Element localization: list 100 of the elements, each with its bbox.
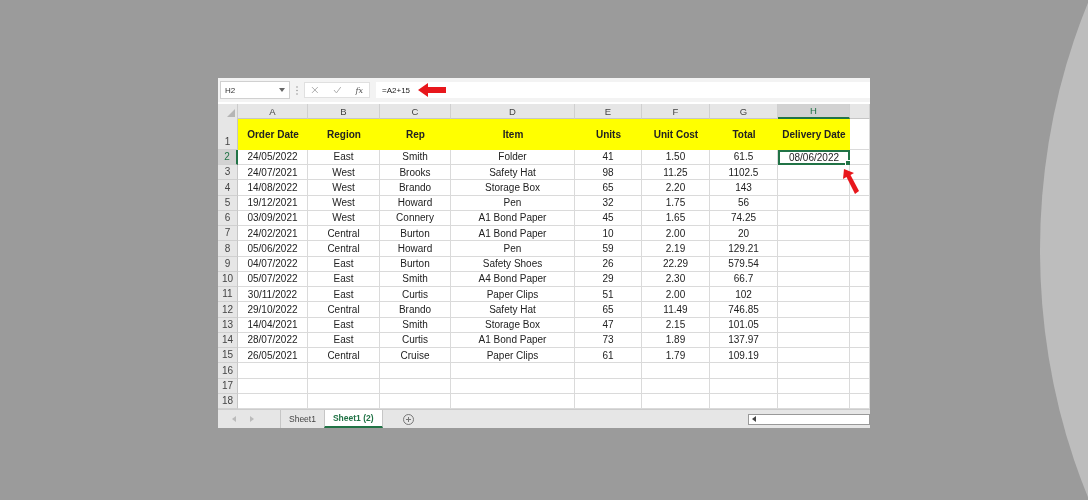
table-cell: 2.20 xyxy=(642,180,710,196)
table-cell: 32 xyxy=(575,195,642,211)
table-cell: 137.97 xyxy=(710,332,778,348)
previous-sheet-icon[interactable] xyxy=(232,416,236,422)
row-header[interactable]: 3 xyxy=(218,165,238,181)
table-cell: 29 xyxy=(575,271,642,287)
table-cell: 66.7 xyxy=(710,271,778,287)
empty-cell xyxy=(850,378,870,394)
table-cell: West xyxy=(308,195,380,211)
column-header[interactable] xyxy=(850,104,870,120)
table-cell: 10 xyxy=(575,226,642,242)
table-cell: Brooks xyxy=(380,165,451,181)
table-cell: Safety Hat xyxy=(451,165,575,181)
table-cell: Paper Clips xyxy=(451,287,575,303)
table-cell: 03/09/2021 xyxy=(238,210,308,226)
column-header[interactable]: C xyxy=(380,104,451,120)
insert-function-button[interactable]: fx xyxy=(355,85,363,95)
table-cell: 11.25 xyxy=(642,165,710,181)
table-cell: 2.19 xyxy=(642,241,710,257)
header-cell: Units xyxy=(575,119,642,150)
formula-input[interactable]: =A2+15 xyxy=(376,82,870,98)
table-cell: 24/07/2021 xyxy=(238,165,308,181)
empty-cell xyxy=(850,256,870,272)
horizontal-scrollbar[interactable] xyxy=(748,413,870,425)
column-header[interactable]: A xyxy=(238,104,308,120)
name-box[interactable]: H2 xyxy=(220,81,290,99)
table-cell: 26/05/2021 xyxy=(238,348,308,364)
empty-cell xyxy=(575,363,642,379)
empty-cell xyxy=(778,287,850,303)
active-cell[interactable]: 08/06/2022 xyxy=(778,149,850,165)
row-header[interactable]: 11 xyxy=(218,287,238,303)
table-cell: Safety Hat xyxy=(451,302,575,318)
next-sheet-icon[interactable] xyxy=(250,416,254,422)
column-header[interactable]: H xyxy=(778,104,850,120)
header-cell: Region xyxy=(308,119,380,150)
table-cell: 20 xyxy=(710,226,778,242)
table-cell: Central xyxy=(308,348,380,364)
sheet-tab[interactable]: Sheet1 xyxy=(280,410,324,428)
sheet-tab[interactable]: Sheet1 (2) xyxy=(323,410,383,428)
table-cell: Safety Shoes xyxy=(451,256,575,272)
table-cell: 24/02/2021 xyxy=(238,226,308,242)
empty-cell xyxy=(850,332,870,348)
table-cell: Smith xyxy=(380,317,451,333)
empty-cell xyxy=(778,210,850,226)
table-cell: Connery xyxy=(380,210,451,226)
empty-cell xyxy=(850,271,870,287)
row-header[interactable]: 16 xyxy=(218,363,238,379)
row-header[interactable]: 1 xyxy=(218,119,238,150)
add-sheet-icon[interactable] xyxy=(402,413,414,425)
row-header[interactable]: 8 xyxy=(218,241,238,257)
empty-cell xyxy=(850,363,870,379)
enter-check-icon[interactable] xyxy=(332,86,342,94)
empty-cell xyxy=(778,241,850,257)
table-cell: 2.00 xyxy=(642,226,710,242)
table-cell: East xyxy=(308,332,380,348)
table-cell: East xyxy=(308,317,380,333)
empty-cell xyxy=(575,378,642,394)
table-cell: 1.89 xyxy=(642,332,710,348)
table-cell: 129.21 xyxy=(710,241,778,257)
empty-cell xyxy=(850,149,870,165)
column-header[interactable]: G xyxy=(710,104,778,120)
table-cell: West xyxy=(308,210,380,226)
arrow-icon xyxy=(842,169,860,195)
header-cell: Item xyxy=(451,119,575,150)
table-cell: 14/08/2022 xyxy=(238,180,308,196)
cancel-icon[interactable] xyxy=(311,86,319,94)
table-cell: Central xyxy=(308,226,380,242)
header-cell: Delivery Date xyxy=(778,119,850,150)
table-cell: 56 xyxy=(710,195,778,211)
row-header[interactable]: 12 xyxy=(218,302,238,318)
arrow-icon xyxy=(418,83,446,97)
row-header[interactable]: 15 xyxy=(218,348,238,364)
column-header[interactable]: B xyxy=(308,104,380,120)
table-cell: West xyxy=(308,180,380,196)
select-all-corner[interactable] xyxy=(218,104,238,120)
header-cell: Total xyxy=(710,119,778,150)
empty-cell xyxy=(778,363,850,379)
table-cell: 14/04/2021 xyxy=(238,317,308,333)
row-header[interactable]: 4 xyxy=(218,180,238,196)
empty-cell xyxy=(850,210,870,226)
table-cell: Howard xyxy=(380,241,451,257)
column-header[interactable]: D xyxy=(451,104,575,120)
table-cell: Curtis xyxy=(380,332,451,348)
row-header[interactable]: 7 xyxy=(218,226,238,242)
table-cell: A4 Bond Paper xyxy=(451,271,575,287)
column-header[interactable]: E xyxy=(575,104,642,120)
empty-cell xyxy=(308,363,380,379)
empty-cell xyxy=(642,378,710,394)
table-cell: 22.29 xyxy=(642,256,710,272)
table-cell: 24/05/2022 xyxy=(238,149,308,165)
empty-cell xyxy=(778,271,850,287)
table-cell: 26 xyxy=(575,256,642,272)
table-cell: 102 xyxy=(710,287,778,303)
table-cell: 29/10/2022 xyxy=(238,302,308,318)
table-cell: West xyxy=(308,165,380,181)
table-cell: A1 Bond Paper xyxy=(451,210,575,226)
scroll-left-icon[interactable] xyxy=(752,416,756,422)
column-header[interactable]: F xyxy=(642,104,710,120)
table-cell: 98 xyxy=(575,165,642,181)
empty-cell xyxy=(778,226,850,242)
